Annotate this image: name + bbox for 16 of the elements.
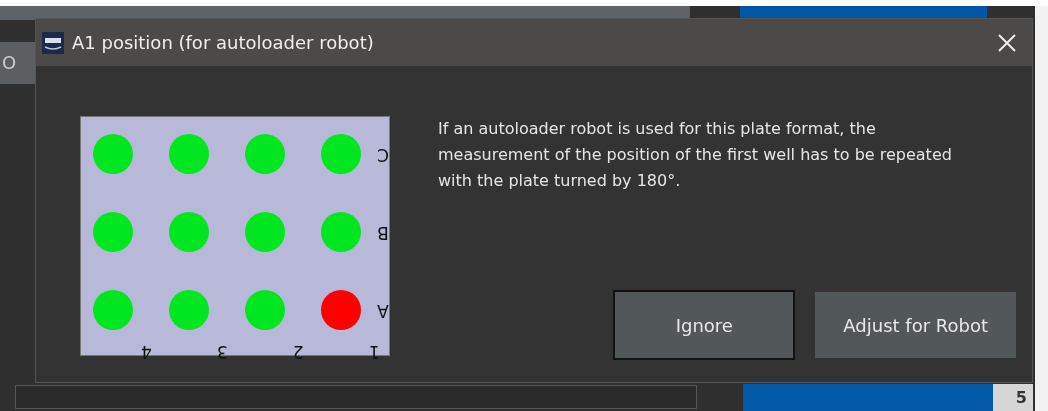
row-label: A — [377, 301, 389, 319]
app-logo-icon — [42, 31, 64, 54]
column-label: 2 — [293, 342, 304, 360]
close-icon — [998, 33, 1016, 52]
dialog-button[interactable]: Adjust for Robot — [815, 292, 1016, 358]
cell-value: 5 — [993, 384, 1033, 411]
column-label: 1 — [369, 342, 380, 360]
column-label: 4 — [141, 342, 152, 360]
tab-label[interactable]: O — [0, 42, 35, 84]
row-label: C — [377, 145, 389, 163]
close-button[interactable] — [996, 31, 1018, 54]
row-label: B — [377, 223, 389, 241]
dialog-title: A1 position (for autoloader robot) — [72, 32, 375, 53]
message-text: If an autoloader robot is used for this plate format, the measurement of the position of the first well has to be repeated with the plate turned by 180°. — [438, 118, 953, 192]
column-label: 3 — [217, 342, 228, 360]
dialog-button[interactable]: Ignore — [613, 290, 796, 360]
